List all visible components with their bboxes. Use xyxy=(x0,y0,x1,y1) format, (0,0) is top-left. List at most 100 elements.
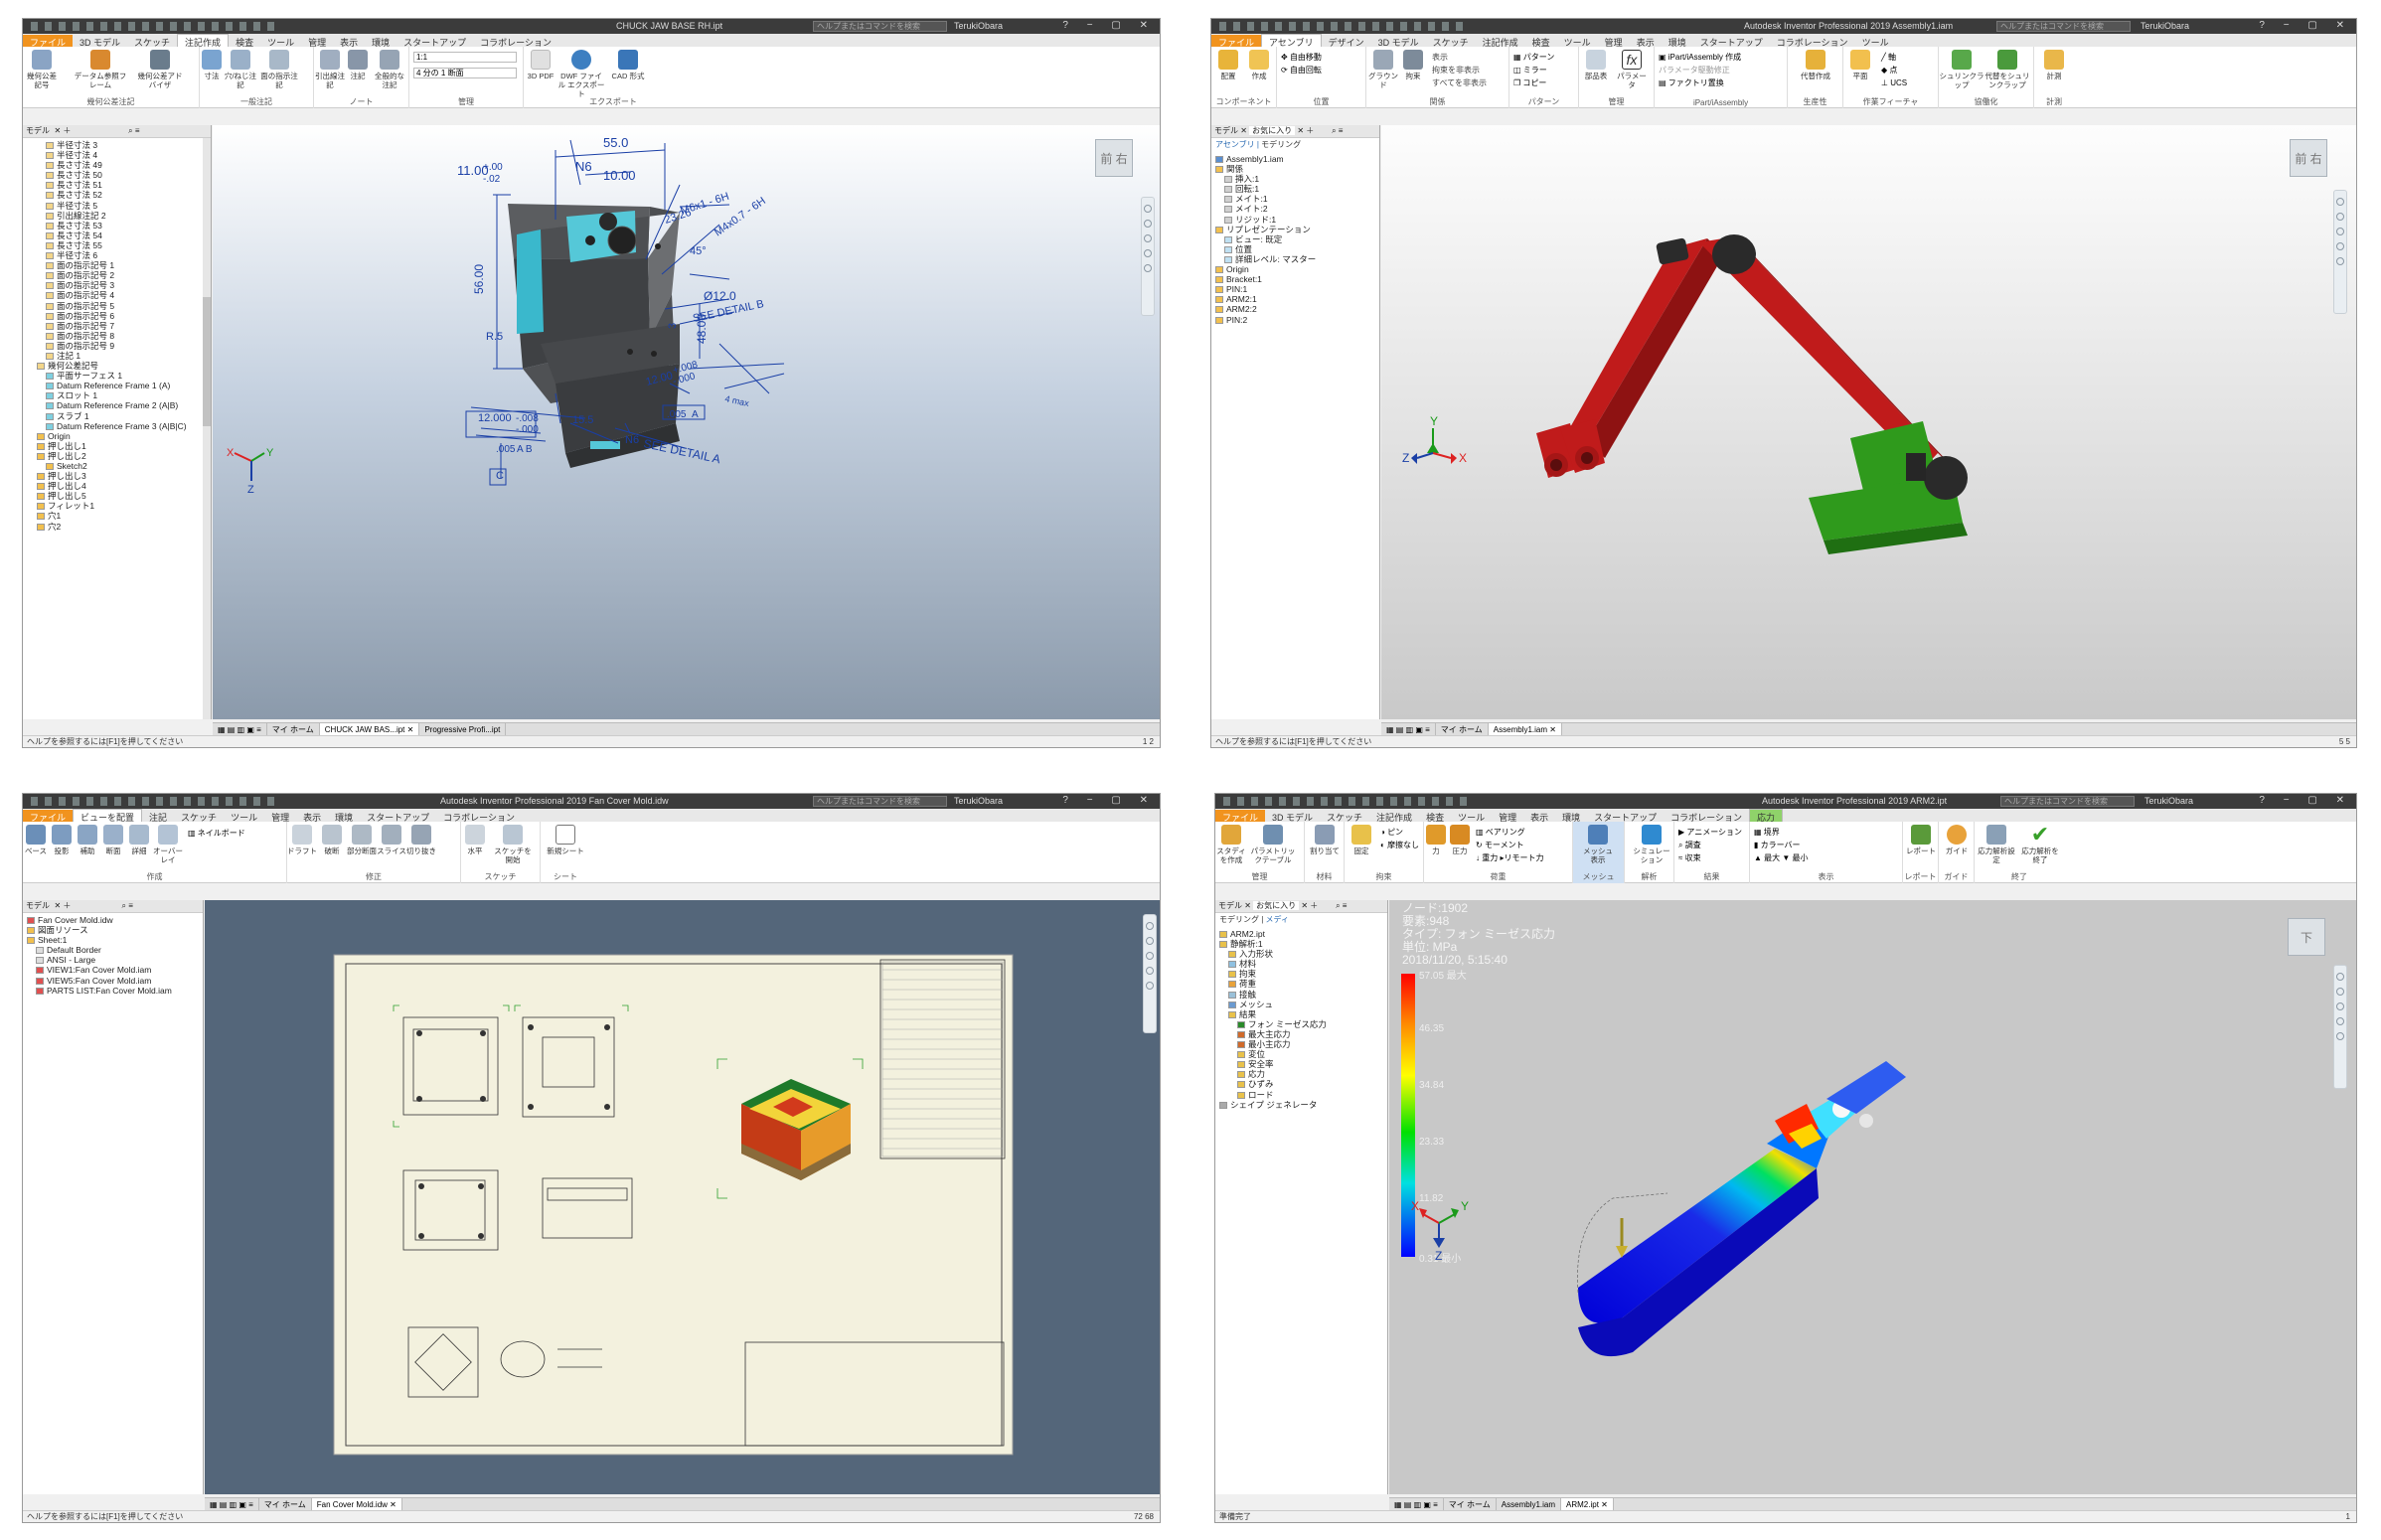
tree-item[interactable]: 平面サーフェス 1 xyxy=(37,371,211,381)
quick-access-toolbar[interactable] xyxy=(31,22,279,31)
cad-format-button[interactable]: CAD 形式 xyxy=(611,50,645,80)
viewport-3d[interactable]: Y Z X 前 右 xyxy=(1381,125,2356,719)
tree-item[interactable]: ひずみ xyxy=(1219,1079,1387,1089)
ipart-commands[interactable]: ▣ iPart/iAssembly 作成 パラメータ駆動修正 ▤ ファクトリ置換 xyxy=(1659,51,1741,89)
tree-item[interactable]: Datum Reference Frame 2 (A|B) xyxy=(37,400,211,410)
position-commands[interactable]: ✥ 自由移動 ⟳ 自由回転 xyxy=(1281,51,1322,77)
tree-item[interactable]: スラブ 1 xyxy=(37,411,211,421)
start-sketch-button[interactable]: スケッチを開始 xyxy=(491,825,535,864)
tree-item[interactable]: ARM2:1 xyxy=(1215,294,1379,304)
tree-item[interactable]: Origin xyxy=(1215,264,1379,274)
work-feature-commands[interactable]: ╱ 軸 ◆ 点 ⊥ UCS xyxy=(1881,51,1907,89)
tree-item[interactable]: 長さ寸法 50 xyxy=(37,170,211,180)
overlay-view-button[interactable]: オーバーレイ xyxy=(152,825,184,864)
tree-item[interactable]: 押し出し1 xyxy=(37,441,211,451)
user-name[interactable]: TerukiObara xyxy=(2141,21,2189,31)
tree-item[interactable]: 最大主応力 xyxy=(1219,1029,1387,1039)
tree-item[interactable]: 接触 xyxy=(1219,990,1387,1000)
tree-item[interactable]: Sketch2 xyxy=(37,461,211,471)
tree-item[interactable]: 安全率 xyxy=(1219,1059,1387,1069)
stress-settings-button[interactable]: 応力解析設定 xyxy=(1975,825,2018,864)
help-search-input[interactable]: ヘルプまたはコマンドを検索 xyxy=(813,21,947,32)
shrinkwrap-button[interactable]: シュリンクラップ xyxy=(1939,50,1984,89)
tree-item[interactable]: リジッド:1 xyxy=(1215,215,1379,225)
surface-texture-button[interactable]: 面の指示注記 xyxy=(259,50,299,89)
quick-access-toolbar[interactable] xyxy=(1223,797,1472,806)
new-sheet-button[interactable]: 新規シート xyxy=(547,825,584,855)
tree-item[interactable]: 位置 xyxy=(1215,244,1379,254)
quick-access-toolbar[interactable] xyxy=(31,797,279,806)
tree-item[interactable]: 引出線注記 2 xyxy=(37,211,211,221)
tree-item[interactable]: フォン ミーゼス応力 xyxy=(1219,1019,1387,1029)
result-commands[interactable]: ▶ アニメーション ⌕ 調査 ≈ 収束 xyxy=(1678,826,1742,864)
gdt-advisor-button[interactable]: 幾何公差アドバイザ xyxy=(134,50,186,89)
bom-button[interactable]: 部品表 xyxy=(1579,50,1613,80)
user-name[interactable]: TerukiObara xyxy=(2144,796,2193,806)
datum-frame-button[interactable]: データム参照フレーム xyxy=(73,50,128,89)
view-cube[interactable]: 下 xyxy=(2288,918,2325,956)
tree-item[interactable]: 長さ寸法 52 xyxy=(37,190,211,200)
view-select[interactable]: 4 分の 1 断面 xyxy=(413,68,517,78)
tree-item[interactable]: Assembly1.iam xyxy=(1215,154,1379,164)
assign-material-button[interactable]: 割り当て xyxy=(1308,825,1342,855)
gdt-symbol-button[interactable]: 幾何公差記号 xyxy=(25,50,59,89)
shrinkwrap-substitute-button[interactable]: 代替をシュリンクラップ xyxy=(1984,50,2030,89)
base-view-button[interactable]: ベース xyxy=(23,825,49,855)
window-controls[interactable]: ? − ▢ ✕ xyxy=(1062,20,1156,31)
tree-item[interactable]: フィレット1 xyxy=(37,501,211,511)
tree-item[interactable]: Origin xyxy=(37,431,211,441)
tree-item[interactable]: 長さ寸法 51 xyxy=(37,180,211,190)
fixed-button[interactable]: 固定 xyxy=(1345,825,1378,855)
viewport-3d[interactable]: ノード:1902 要素:948 タイプ: フォン ミーゼス応力 単位: MPa 2018… xyxy=(1389,900,2356,1494)
tree-item[interactable]: 長さ寸法 54 xyxy=(37,231,211,240)
report-button[interactable]: レポート xyxy=(1904,825,1938,855)
tree-item[interactable]: 長さ寸法 53 xyxy=(37,221,211,231)
parameters-button[interactable]: fx パラメータ xyxy=(1615,50,1649,89)
window-controls[interactable]: ? − ▢ ✕ xyxy=(2259,20,2352,31)
tree-item[interactable]: 半径寸法 5 xyxy=(37,201,211,211)
tab-assemble[interactable]: アセンブリ xyxy=(1261,34,1322,48)
auxiliary-view-button[interactable]: 補助 xyxy=(75,825,100,855)
tree-item[interactable]: 面の指示記号 5 xyxy=(37,301,211,311)
tree-item[interactable]: ANSI - Large xyxy=(27,955,203,965)
substitute-button[interactable]: 代替作成 xyxy=(1796,50,1835,80)
tab-annotate[interactable]: 注記作成 xyxy=(177,34,230,48)
tree-item[interactable]: 入力形状 xyxy=(1219,949,1387,959)
tree-item[interactable]: 応力 xyxy=(1219,1069,1387,1079)
tree-item[interactable]: 半径寸法 3 xyxy=(37,140,211,150)
tree-item[interactable]: VIEW1:Fan Cover Mold.iam xyxy=(27,965,203,975)
navigation-bar[interactable] xyxy=(2333,190,2347,314)
tree-item[interactable]: 結果 xyxy=(1219,1009,1387,1019)
note-button[interactable]: 注記 xyxy=(345,50,371,80)
scale-select[interactable]: 1:1 xyxy=(413,52,517,63)
tree-item[interactable]: 押し出し2 xyxy=(37,451,211,461)
ground-button[interactable]: グラウンド xyxy=(1366,50,1400,89)
tree-item[interactable]: 幾何公差記号 xyxy=(37,361,211,371)
tree-item[interactable]: 静解析:1 xyxy=(1219,939,1387,949)
projected-view-button[interactable]: 投影 xyxy=(49,825,75,855)
tree-item[interactable]: ビュー: 既定 xyxy=(1215,234,1379,244)
tree-item[interactable]: Bracket:1 xyxy=(1215,274,1379,284)
guide-button[interactable]: ガイド xyxy=(1940,825,1974,855)
tree-item[interactable]: 面の指示記号 4 xyxy=(37,290,211,300)
tree-item[interactable]: 穴1 xyxy=(37,511,211,521)
navigation-bar[interactable] xyxy=(1143,914,1157,1033)
tree-item[interactable]: 穴2 xyxy=(37,522,211,532)
plane-button[interactable]: 平面 xyxy=(1843,50,1877,80)
tree-item[interactable]: 面の指示記号 1 xyxy=(37,260,211,270)
draft-view-button[interactable]: ドラフト xyxy=(287,825,317,855)
user-name[interactable]: TerukiObara xyxy=(954,796,1003,806)
tree-item[interactable]: ARM2.ipt xyxy=(1219,929,1387,939)
tree-item[interactable]: 長さ寸法 55 xyxy=(37,240,211,250)
tree-item[interactable]: ロード xyxy=(1219,1090,1387,1100)
help-search-input[interactable]: ヘルプまたはコマンドを検索 xyxy=(2000,796,2135,807)
tree-item[interactable]: PIN:2 xyxy=(1215,315,1379,325)
view-cube[interactable]: 前 右 xyxy=(2290,139,2327,177)
section-view-button[interactable]: 断面 xyxy=(100,825,126,855)
help-search-input[interactable]: ヘルプまたはコマンドを検索 xyxy=(813,796,947,807)
simulate-button[interactable]: シミュレーション xyxy=(1631,825,1672,864)
mesh-view-button[interactable]: メッシュ表示 xyxy=(1581,825,1615,864)
constraint-commands[interactable]: ◑ ピン ◐ 摩擦なし xyxy=(1380,826,1419,851)
tree-item[interactable]: リプレゼンテーション xyxy=(1215,225,1379,234)
tree-item[interactable]: VIEW5:Fan Cover Mold.iam xyxy=(27,976,203,986)
